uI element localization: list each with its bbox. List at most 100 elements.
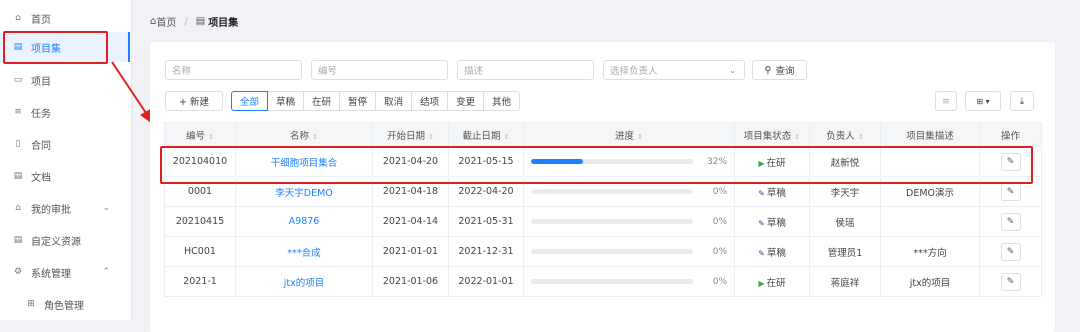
- project-set-name-link[interactable]: ***合成: [235, 236, 373, 267]
- sidebar-item-system[interactable]: ⚙ 系统管理 ⌃: [0, 257, 130, 287]
- cell-start-date: 2021-01-06: [372, 266, 449, 297]
- list-icon: ≡: [942, 95, 950, 107]
- breadcrumb-page-icon: ▤: [195, 16, 206, 27]
- tab-changed[interactable]: 变更: [447, 91, 485, 111]
- tab-paused[interactable]: 暂停: [339, 91, 377, 111]
- sidebar-item-label: 系统管理: [31, 268, 71, 280]
- list-view-button[interactable]: ≡: [935, 91, 957, 111]
- col-header-code[interactable]: 编号 ⇕: [164, 122, 236, 147]
- progress-bar: [531, 249, 693, 254]
- chevron-down-icon: ⌄: [102, 203, 110, 213]
- sidebar-item-document[interactable]: ▤ 文档: [0, 161, 130, 191]
- query-button[interactable]: ⚲ 查询: [752, 60, 807, 80]
- cell-code: 2021-1: [164, 266, 236, 297]
- export-button[interactable]: ⤓: [1010, 91, 1034, 111]
- chevron-up-icon: ⌃: [102, 267, 110, 277]
- table-row[interactable]: 20210415 A9876 2021-04-14 2021-05-31 0% ✎ 草稿 侯瑶…: [164, 206, 1042, 237]
- col-header-status[interactable]: 项目集状态 ⇕: [734, 122, 810, 147]
- table-row[interactable]: HC001 ***合成 2021-01-01 2021-12-31 0% ✎ 草稿 管理员1 *…: [164, 236, 1042, 267]
- cell-desc: jtx的项目: [880, 266, 980, 297]
- sort-icon: ⇕: [503, 132, 510, 141]
- search-icon: ⚲: [764, 64, 772, 76]
- desc-filter-input[interactable]: 描述: [457, 60, 594, 80]
- cell-status: ✎ 草稿: [734, 236, 810, 267]
- tab-closed[interactable]: 结项: [411, 91, 449, 111]
- status-label: 草稿: [766, 217, 786, 229]
- name-filter-input[interactable]: 名称: [165, 60, 302, 80]
- sort-icon: ⇕: [637, 132, 643, 141]
- edit-icon: ✎: [1006, 246, 1015, 257]
- project-set-name-link[interactable]: jtx的项目: [235, 266, 373, 297]
- column-settings-button[interactable]: ⊞ ▾: [965, 91, 1001, 111]
- project-set-name-link[interactable]: A9876: [235, 206, 373, 237]
- breadcrumb-separator: /: [184, 16, 188, 27]
- sidebar-item-home[interactable]: ⌂ 首页: [0, 3, 130, 33]
- sidebar-item-approval[interactable]: ⌂ 我的审批 ⌄: [0, 193, 130, 223]
- owner-select-placeholder: 选择负责人: [610, 66, 658, 77]
- sidebar-item-label: 我的审批: [31, 204, 71, 216]
- sort-icon: ⇕: [312, 132, 318, 141]
- cell-owner: 管理员1: [809, 236, 881, 267]
- cell-progress: 0%: [523, 236, 735, 267]
- contract-icon: ▯: [15, 139, 21, 149]
- progress-bar: [531, 189, 693, 194]
- play-icon: ▶: [758, 278, 765, 288]
- role-icon: ⊞: [27, 299, 35, 309]
- code-filter-placeholder: 编号: [318, 66, 338, 77]
- edit-button[interactable]: ✎: [1000, 212, 1021, 231]
- cell-action: ✎: [979, 206, 1042, 237]
- code-filter-input[interactable]: 编号: [311, 60, 448, 80]
- tab-cancelled[interactable]: 取消: [375, 91, 413, 111]
- tab-all[interactable]: 全部: [231, 91, 269, 111]
- active-indicator: [128, 32, 130, 62]
- query-button-label: 查询: [775, 66, 795, 77]
- progress-label: 0%: [712, 216, 727, 227]
- edit-icon: ✎: [1006, 276, 1015, 287]
- gear-icon: ⚙: [13, 267, 23, 277]
- new-button[interactable]: + 新建: [165, 91, 223, 111]
- cell-progress: 0%: [523, 206, 735, 237]
- owner-select[interactable]: 选择负责人 ⌄: [603, 60, 745, 80]
- sidebar-item-label: 文档: [31, 172, 51, 184]
- name-filter-placeholder: 名称: [172, 66, 192, 77]
- desc-filter-placeholder: 描述: [464, 66, 484, 77]
- sidebar-item-custom-resource[interactable]: ▤ 自定义资源: [0, 225, 130, 255]
- sidebar-item-label: 自定义资源: [31, 236, 81, 248]
- cell-owner: 侯瑶: [809, 206, 881, 237]
- tab-draft[interactable]: 草稿: [267, 91, 305, 111]
- project-icon: ▭: [13, 75, 23, 85]
- cell-start-date: 2021-01-01: [372, 236, 449, 267]
- cell-code: HC001: [164, 236, 236, 267]
- sidebar-highlight-box: [3, 31, 108, 64]
- sidebar-item-label: 合同: [31, 140, 51, 152]
- col-header-progress[interactable]: 进度 ⇕: [523, 122, 735, 147]
- sidebar-item-label: 任务: [31, 108, 51, 120]
- sidebar-item-contract[interactable]: ▯ 合同: [0, 129, 130, 159]
- sort-icon: ⇕: [857, 132, 864, 141]
- download-icon: ⤓: [1019, 95, 1025, 107]
- cell-progress: 0%: [523, 266, 735, 297]
- edit-button[interactable]: ✎: [1000, 242, 1021, 261]
- status-label: 草稿: [766, 247, 786, 259]
- col-header-start[interactable]: 开始日期 ⇕: [372, 122, 449, 147]
- edit-button[interactable]: ✎: [1000, 272, 1021, 291]
- edit-icon: ✎: [1006, 186, 1015, 197]
- col-header-action: 操作: [979, 122, 1042, 147]
- tab-other[interactable]: 其他: [483, 91, 521, 111]
- status-tabs: 全部 草稿 在研 暂停 取消 结项 变更 其他: [231, 91, 521, 111]
- col-header-desc: 项目集描述: [880, 122, 980, 147]
- breadcrumb-home[interactable]: 首页: [156, 14, 176, 29]
- sidebar-item-role[interactable]: ⊞ 角色管理: [0, 289, 130, 319]
- approval-icon: ⌂: [15, 203, 21, 213]
- sort-icon: ⇕: [208, 132, 214, 141]
- row-highlight-box: [160, 146, 1033, 184]
- tab-running[interactable]: 在研: [303, 91, 341, 111]
- progress-label: 0%: [712, 246, 727, 257]
- col-header-owner[interactable]: 负责人 ⇕: [809, 122, 881, 147]
- table-row[interactable]: 2021-1 jtx的项目 2021-01-06 2022-01-01 0% ▶ 在研 蒋庭祥…: [164, 266, 1042, 297]
- sidebar-item-label: 首页: [31, 14, 51, 26]
- list-icon: ≡: [14, 107, 22, 117]
- col-header-name[interactable]: 名称 ⇕: [235, 122, 373, 147]
- edit-button[interactable]: ✎: [1000, 182, 1021, 201]
- col-header-end[interactable]: 截止日期 ⇕: [448, 122, 524, 147]
